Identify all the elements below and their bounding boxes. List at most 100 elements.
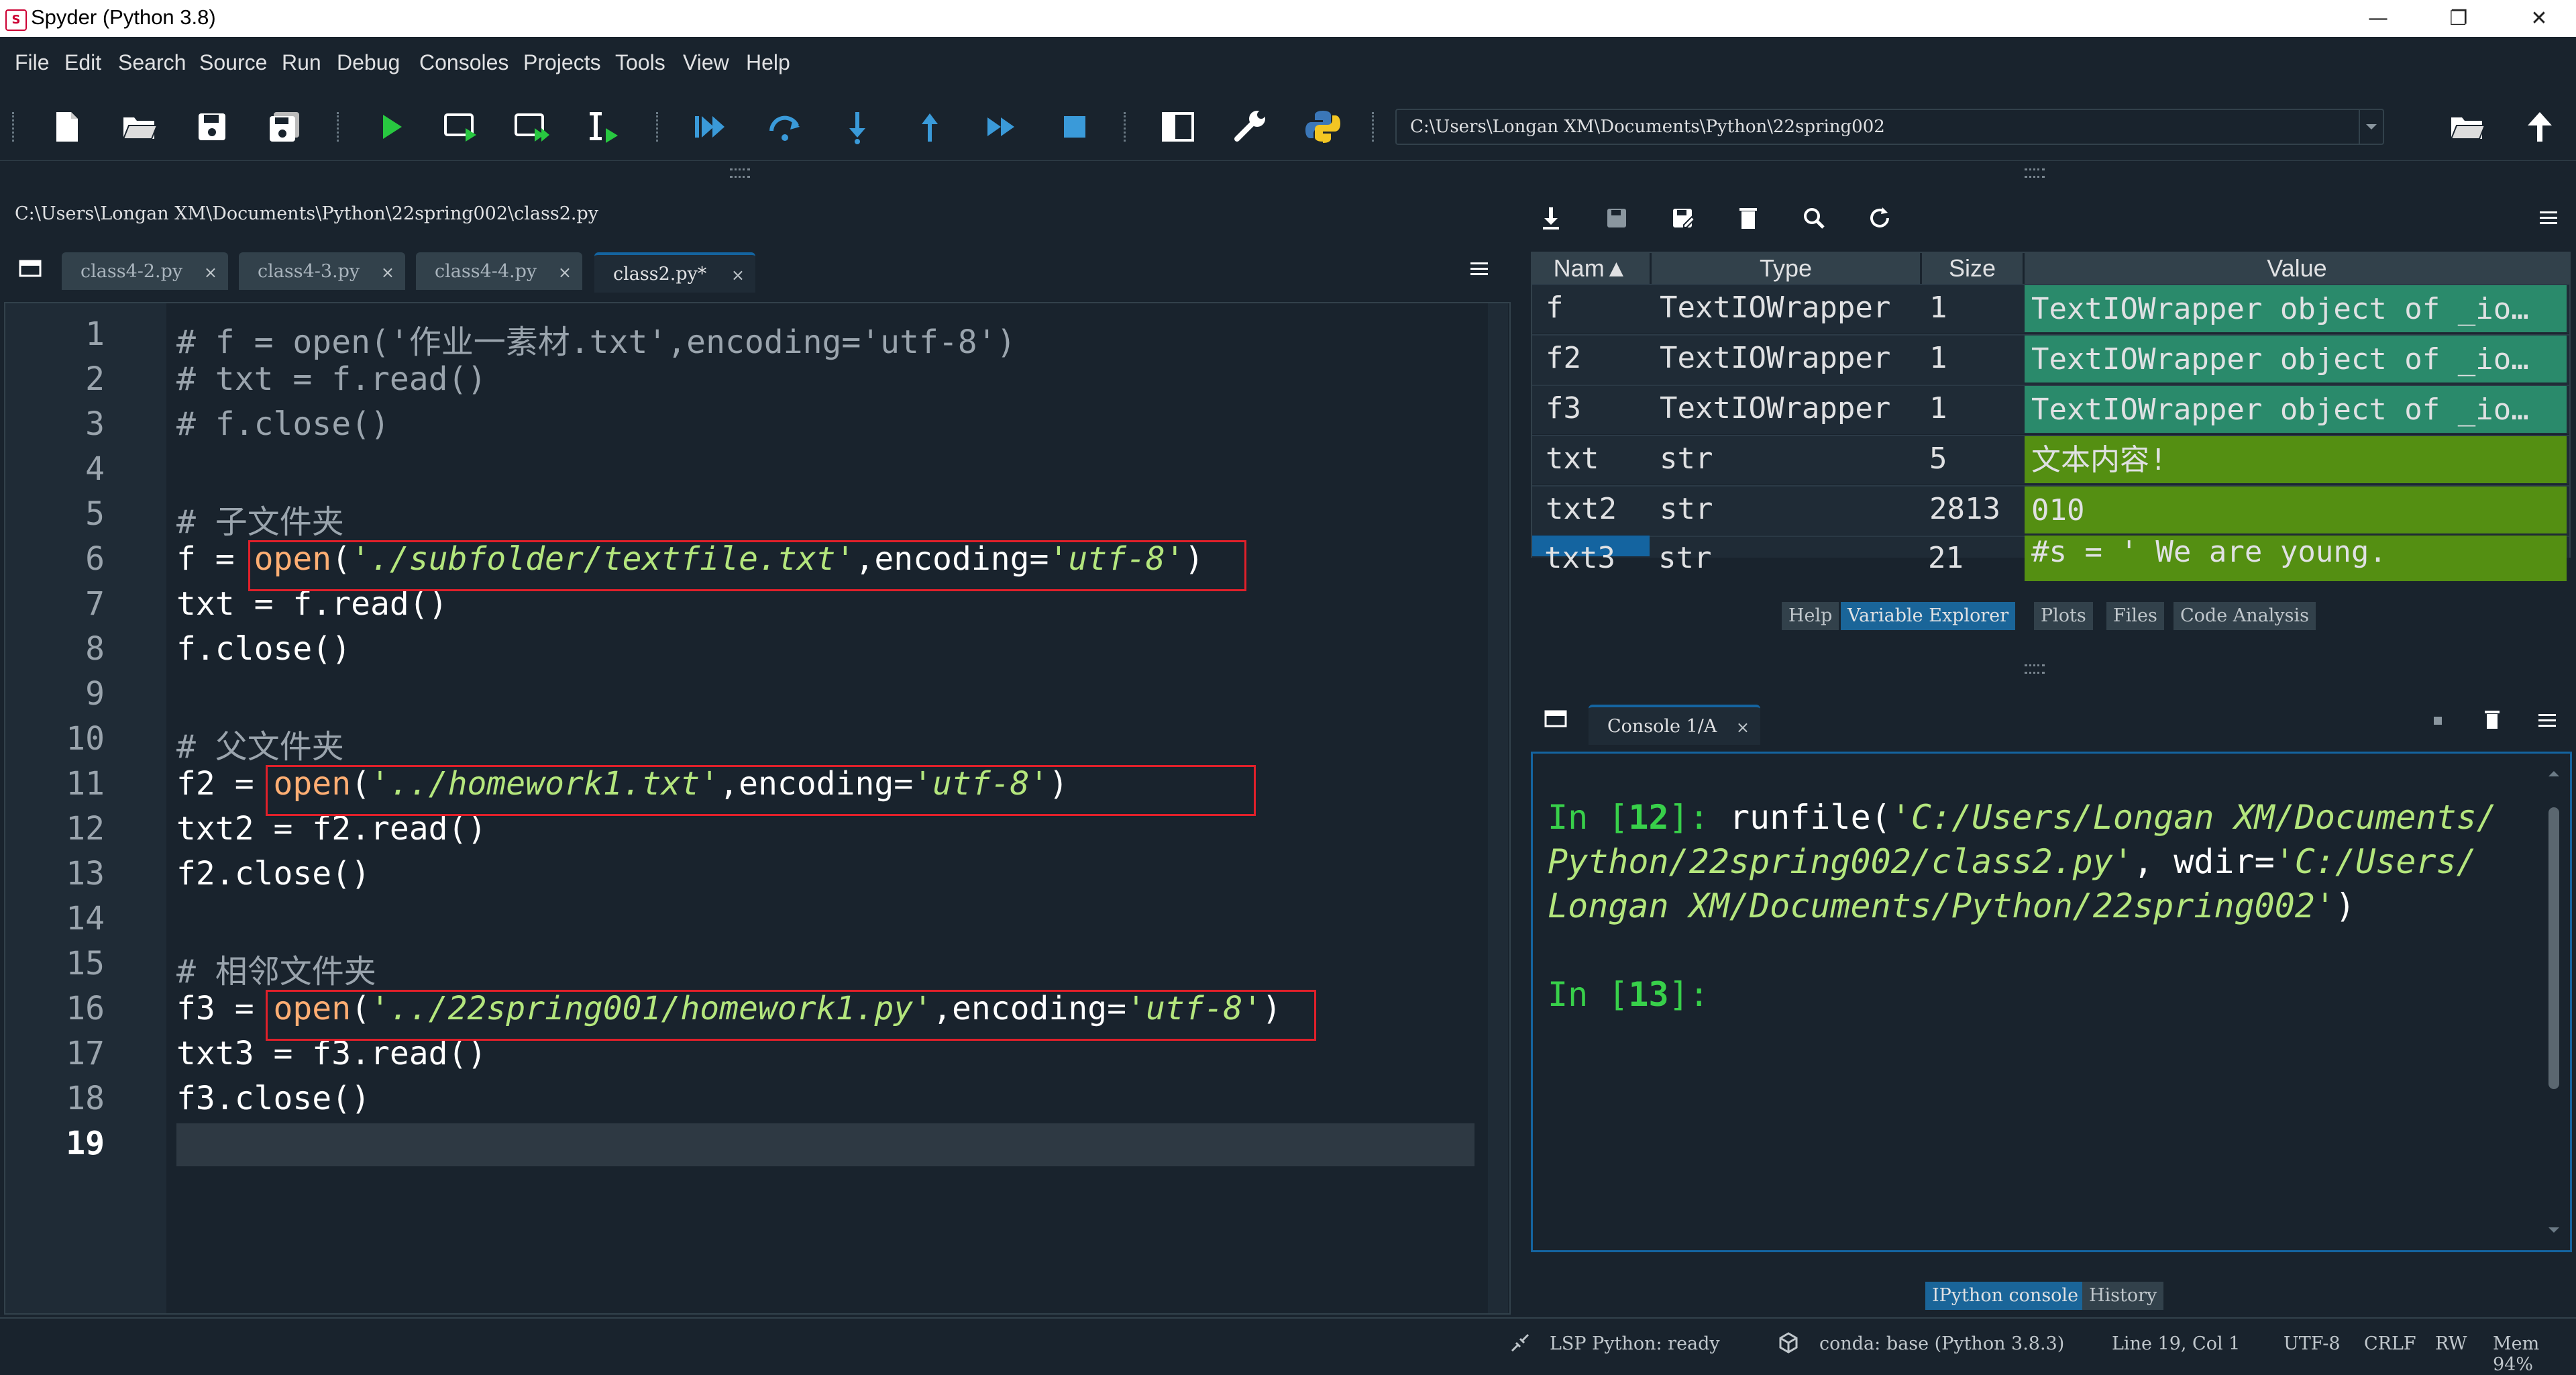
refresh-icon[interactable]	[1866, 205, 1893, 232]
menu-source[interactable]: Source	[199, 50, 267, 75]
spyder-logo-icon: S	[5, 9, 27, 31]
line-number: 15	[66, 945, 105, 982]
python-path-icon[interactable]	[1304, 108, 1342, 146]
save-data-as-icon[interactable]	[1669, 205, 1696, 232]
debug-icon[interactable]	[692, 108, 730, 146]
tab-help[interactable]: Help	[1782, 602, 1839, 630]
line-number: 16	[66, 990, 105, 1027]
conda-env-icon	[1779, 1332, 1798, 1354]
console-line: In [12]: runfile('C:/Users/Longan XM/Doc…	[1548, 798, 2497, 837]
close-tab-icon[interactable]: ×	[1736, 718, 1750, 737]
pane-drag-handle[interactable]	[2025, 664, 2045, 674]
options-menu-icon[interactable]	[2538, 209, 2559, 227]
tab-files[interactable]: Files	[2106, 602, 2164, 630]
continue-icon[interactable]	[983, 108, 1021, 146]
menu-projects[interactable]: Projects	[523, 50, 601, 75]
var-name: txt	[1546, 442, 1599, 476]
maximize-pane-icon[interactable]	[1159, 108, 1197, 146]
tab-code-analysis[interactable]: Code Analysis	[2174, 602, 2316, 630]
menu-edit[interactable]: Edit	[64, 50, 101, 75]
pane-drag-handle[interactable]	[2025, 168, 2045, 178]
column-header-type[interactable]: Type	[1652, 253, 1920, 284]
var-name: f2	[1546, 341, 1581, 375]
conda-env-status: conda: base (Python 3.8.3)	[1819, 1333, 2065, 1354]
tab-class4-4[interactable]: class4-4.py ×	[416, 252, 582, 290]
console-line: Python/22spring002/class2.py', wdir='C:/…	[1548, 842, 2477, 881]
toolbar-separator	[1124, 112, 1128, 142]
menu-consoles[interactable]: Consoles	[419, 50, 508, 75]
open-file-icon[interactable]	[121, 108, 158, 146]
menu-tools[interactable]: Tools	[615, 50, 665, 75]
browse-tabs-icon[interactable]	[1544, 709, 1567, 729]
column-header-value[interactable]: Value	[2025, 253, 2569, 284]
run-icon[interactable]	[372, 108, 410, 146]
run-cell-advance-icon[interactable]	[513, 108, 551, 146]
trash-icon[interactable]	[2482, 709, 2502, 731]
tab-ipython-console[interactable]: IPython console	[1925, 1282, 2086, 1310]
variable-table: Nam▲ Type Size Value f TextIOWrapper 1 T…	[1531, 252, 2571, 558]
menu-search[interactable]: Search	[118, 50, 186, 75]
step-into-icon[interactable]	[839, 108, 876, 146]
var-name: f3	[1546, 391, 1581, 425]
menu-debug[interactable]: Debug	[337, 50, 400, 75]
tab-class2[interactable]: class2.py* ×	[594, 252, 755, 293]
code-line: # 父文件夹	[176, 728, 344, 766]
close-window-button[interactable]: ✕	[2502, 0, 2576, 37]
console-scrollbar[interactable]	[2546, 767, 2562, 1237]
stop-kernel-icon[interactable]	[2430, 713, 2446, 729]
close-tab-icon[interactable]: ×	[558, 263, 572, 282]
ipython-console[interactable]: In [12]: runfile('C:/Users/Longan XM/Doc…	[1531, 752, 2572, 1252]
step-return-icon[interactable]	[911, 108, 949, 146]
run-selection-icon[interactable]	[587, 108, 625, 146]
var-size: 21	[1928, 541, 1964, 575]
menu-file[interactable]: File	[15, 50, 50, 75]
tab-plots[interactable]: Plots	[2034, 602, 2093, 630]
code-line: f.close()	[176, 630, 352, 668]
column-header-size[interactable]: Size	[1922, 253, 2023, 284]
menu-help[interactable]: Help	[746, 50, 790, 75]
minimize-button[interactable]: —	[2341, 0, 2415, 37]
tab-history[interactable]: History	[2082, 1282, 2164, 1310]
parent-directory-icon[interactable]	[2521, 108, 2559, 146]
save-icon[interactable]	[193, 108, 231, 146]
tab-class4-2[interactable]: class4-2.py ×	[62, 252, 228, 290]
pane-drag-handle[interactable]	[730, 168, 750, 178]
options-menu-icon[interactable]	[1469, 260, 1489, 278]
code-editor[interactable]: 1 2 3 4 5 6 7 8 9 10 11 12 13 14 15 16 1…	[4, 302, 1511, 1315]
maximize-button[interactable]: ❐	[2422, 0, 2496, 37]
tab-class4-3[interactable]: class4-3.py ×	[239, 252, 405, 290]
close-tab-icon[interactable]: ×	[381, 263, 394, 282]
trash-icon[interactable]	[1735, 205, 1762, 232]
menu-bar: File Edit Search Source Run Debug Consol…	[0, 37, 2576, 93]
tab-label: class4-2.py	[80, 261, 183, 282]
working-directory-text: C:\Users\Longan XM\Documents\Python\22sp…	[1410, 117, 1885, 137]
chevron-down-icon[interactable]	[2359, 110, 2383, 144]
var-size: 1	[1929, 391, 1947, 425]
tab-console[interactable]: Console 1/A ×	[1589, 705, 1760, 745]
close-tab-icon[interactable]: ×	[731, 266, 745, 285]
var-type: TextIOWrapper	[1660, 341, 1891, 375]
menu-view[interactable]: View	[683, 50, 729, 75]
column-header-name[interactable]: Nam▲	[1532, 253, 1650, 284]
import-data-icon[interactable]	[1538, 205, 1564, 232]
line-number: 14	[66, 900, 105, 937]
step-icon[interactable]	[766, 108, 804, 146]
save-all-icon[interactable]	[266, 108, 303, 146]
save-data-icon[interactable]	[1603, 205, 1630, 232]
toolbar-separator	[337, 112, 341, 142]
browse-folder-icon[interactable]	[2449, 108, 2486, 146]
close-tab-icon[interactable]: ×	[204, 263, 217, 282]
preferences-icon[interactable]	[1232, 108, 1269, 146]
working-directory-combo[interactable]: C:\Users\Longan XM\Documents\Python\22sp…	[1395, 109, 2384, 145]
browse-tabs-icon[interactable]	[19, 258, 42, 278]
tab-variable-explorer[interactable]: Variable Explorer	[1841, 602, 2016, 630]
editor-scrollbar[interactable]	[1488, 303, 1508, 1313]
stop-icon[interactable]	[1056, 108, 1093, 146]
search-icon[interactable]	[1801, 205, 1827, 232]
menu-run[interactable]: Run	[282, 50, 321, 75]
run-cell-icon[interactable]	[443, 108, 480, 146]
options-menu-icon[interactable]	[2537, 711, 2557, 730]
tab-label: class2.py*	[613, 264, 707, 285]
new-file-icon[interactable]	[48, 108, 86, 146]
annotation-highlight-box	[266, 765, 1256, 816]
